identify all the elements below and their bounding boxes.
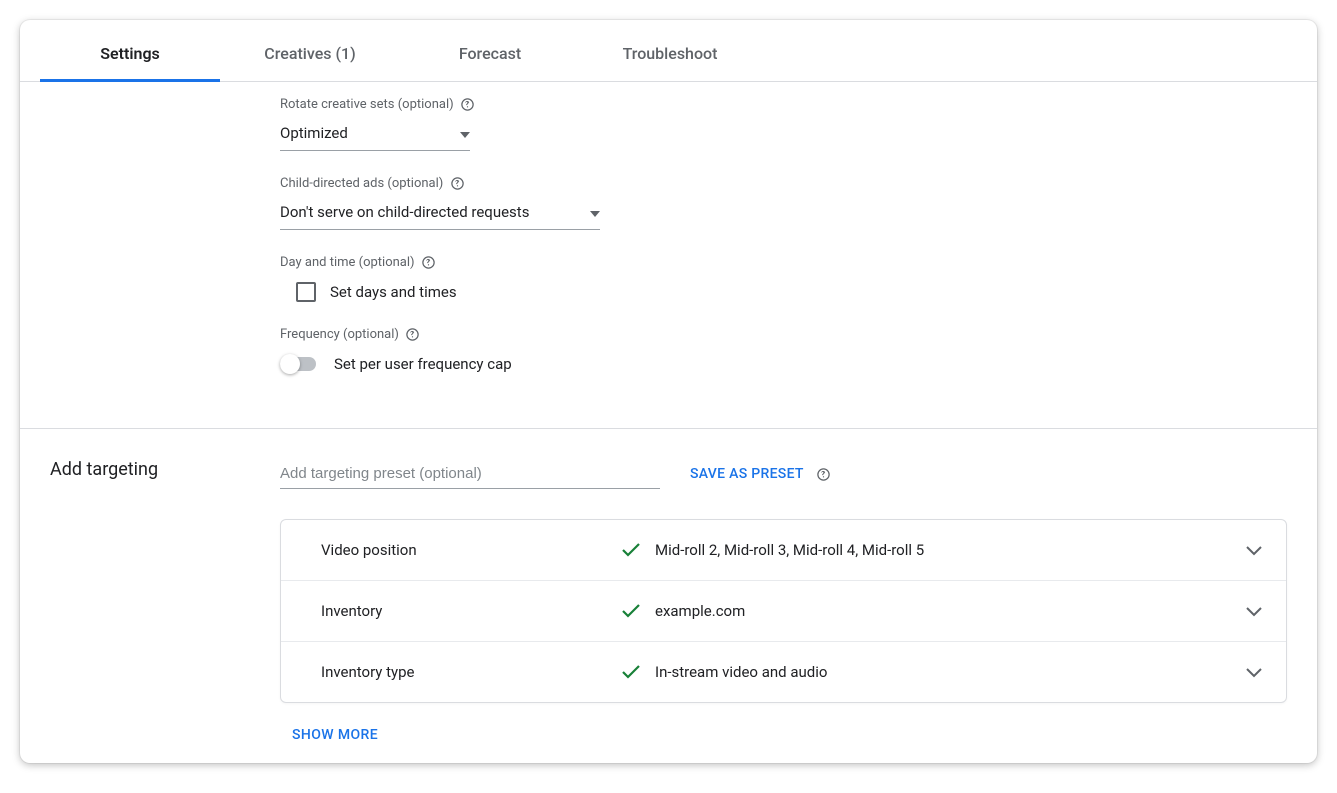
targeting-row-label: Inventory xyxy=(321,602,621,620)
child-directed-select[interactable]: Don't serve on child-directed requests xyxy=(280,199,600,230)
tab-bar: Settings Creatives (1) Forecast Troubles… xyxy=(20,20,1317,82)
frequency-toggle-label: Set per user frequency cap xyxy=(334,355,512,373)
caret-down-icon xyxy=(460,124,470,142)
settings-content: Rotate creative sets (optional) Optimize… xyxy=(20,82,1317,398)
targeting-row-inventory[interactable]: Inventory example.com xyxy=(281,580,1286,641)
chevron-down-icon xyxy=(1246,602,1262,621)
check-icon xyxy=(621,540,641,560)
targeting-preset-input[interactable] xyxy=(280,459,660,489)
day-time-group: Day and time (optional) Set days and tim… xyxy=(280,254,1287,302)
help-icon[interactable] xyxy=(460,96,476,112)
save-as-preset-button[interactable]: SAVE AS PRESET xyxy=(690,466,832,482)
tab-troubleshoot[interactable]: Troubleshoot xyxy=(580,20,760,81)
day-time-checkbox-label: Set days and times xyxy=(330,283,457,301)
help-icon[interactable] xyxy=(816,466,832,482)
check-icon xyxy=(621,662,641,682)
rotate-creative-label: Rotate creative sets (optional) xyxy=(280,97,454,112)
rotate-creative-group: Rotate creative sets (optional) Optimize… xyxy=(280,96,1287,151)
targeting-row-value: Mid-roll 2, Mid-roll 3, Mid-roll 4, Mid-… xyxy=(655,541,1246,559)
day-time-label: Day and time (optional) xyxy=(280,255,415,270)
chevron-down-icon xyxy=(1246,663,1262,682)
rotate-creative-value: Optimized xyxy=(280,124,348,142)
help-icon[interactable] xyxy=(449,175,465,191)
help-icon[interactable] xyxy=(421,254,437,270)
rotate-creative-select[interactable]: Optimized xyxy=(280,120,470,151)
targeting-card: Video position Mid-roll 2, Mid-roll 3, M… xyxy=(280,519,1287,703)
targeting-row-label: Video position xyxy=(321,541,621,559)
tab-settings[interactable]: Settings xyxy=(40,20,220,81)
targeting-row-label: Inventory type xyxy=(321,663,621,681)
preset-row: SAVE AS PRESET xyxy=(280,459,1287,489)
save-as-preset-label: SAVE AS PRESET xyxy=(690,466,804,482)
child-directed-value: Don't serve on child-directed requests xyxy=(280,203,529,221)
tab-forecast[interactable]: Forecast xyxy=(400,20,580,81)
child-directed-group: Child-directed ads (optional) Don't serv… xyxy=(280,175,1287,230)
targeting-row-inventory-type[interactable]: Inventory type In-stream video and audio xyxy=(281,641,1286,702)
targeting-section: Add targeting SAVE AS PRESET Video posit… xyxy=(20,429,1317,743)
day-time-checkbox[interactable] xyxy=(296,282,316,302)
chevron-down-icon xyxy=(1246,541,1262,560)
targeting-row-value: example.com xyxy=(655,602,1246,620)
settings-panel: Settings Creatives (1) Forecast Troubles… xyxy=(20,20,1317,763)
show-more-button[interactable]: SHOW MORE xyxy=(292,727,378,743)
frequency-toggle[interactable] xyxy=(280,354,320,374)
caret-down-icon xyxy=(590,203,600,221)
frequency-label: Frequency (optional) xyxy=(280,327,399,342)
tab-creatives[interactable]: Creatives (1) xyxy=(220,20,400,81)
targeting-title: Add targeting xyxy=(50,459,280,743)
child-directed-label: Child-directed ads (optional) xyxy=(280,176,443,191)
targeting-row-value: In-stream video and audio xyxy=(655,663,1246,681)
frequency-group: Frequency (optional) Set per user freque… xyxy=(280,326,1287,374)
targeting-row-video-position[interactable]: Video position Mid-roll 2, Mid-roll 3, M… xyxy=(281,520,1286,580)
help-icon[interactable] xyxy=(405,326,421,342)
check-icon xyxy=(621,601,641,621)
